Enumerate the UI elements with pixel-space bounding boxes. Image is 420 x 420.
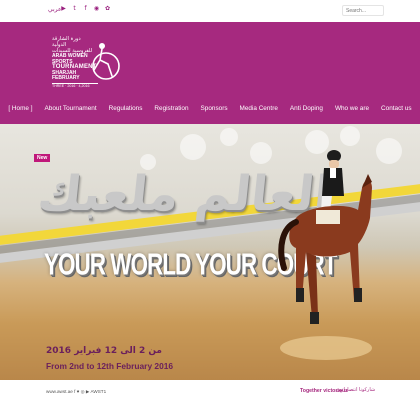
hero-date-arabic: من 2 الى 12 فبراير 2016 — [46, 346, 163, 356]
instagram-icon[interactable]: ◉ — [93, 5, 100, 12]
hero-date-english: From 2nd to 12th February 2016 — [46, 361, 174, 371]
twitter-icon[interactable]: t — [71, 5, 78, 12]
stadium-light — [250, 142, 272, 164]
hero-banner[interactable]: New العالم ملعبك YOUR WORLD YOUR COURT م… — [0, 124, 420, 380]
social-links: ▶ t f ◉ ✿ — [60, 5, 111, 12]
nav-media-centre[interactable]: Media Centre — [234, 101, 284, 117]
stadium-light — [220, 128, 238, 146]
footer-tagline-arabic: شاركونا انتصاراتهن — [336, 387, 376, 393]
footer-url-and-socials[interactable]: www.awst.ae f ♥ ◎ ▶ AWST1 — [46, 389, 106, 395]
top-utility-bar: عربي ▶ t f ◉ ✿ — [0, 0, 420, 22]
logo-emblem-icon — [92, 43, 120, 80]
main-navigation: [ Home ] About Tournament Regulations Re… — [0, 101, 420, 117]
stadium-light — [180, 134, 206, 160]
new-badge: New — [34, 154, 51, 162]
snapchat-icon[interactable]: ✿ — [104, 5, 111, 12]
nav-who-we-are[interactable]: Who we are — [329, 101, 375, 117]
stadium-light — [376, 138, 402, 164]
stadium-light — [340, 126, 360, 146]
site-header: دورة الشارقة الدولية للفروسية للسيدات AR… — [0, 22, 420, 124]
nav-sponsors[interactable]: Sponsors — [195, 101, 234, 117]
facebook-icon[interactable]: f — [82, 5, 89, 12]
youtube-icon[interactable]: ▶ — [60, 5, 67, 12]
nav-about-tournament[interactable]: About Tournament — [39, 101, 103, 117]
hero-footer-strip: www.awst.ae f ♥ ◎ ▶ AWST1 Together victo… — [0, 380, 420, 404]
nav-contact-us[interactable]: Contact us — [375, 101, 418, 117]
nav-home[interactable]: [ Home ] — [2, 101, 38, 117]
nav-registration[interactable]: Registration — [148, 101, 194, 117]
search-input[interactable] — [342, 5, 384, 16]
nav-regulations[interactable]: Regulations — [103, 101, 149, 117]
tournament-logo[interactable]: دورة الشارقة الدولية للفروسية للسيدات AR… — [52, 36, 122, 96]
nav-anti-doping[interactable]: Anti Doping — [284, 101, 329, 117]
horse-and-rider-image — [278, 150, 372, 360]
